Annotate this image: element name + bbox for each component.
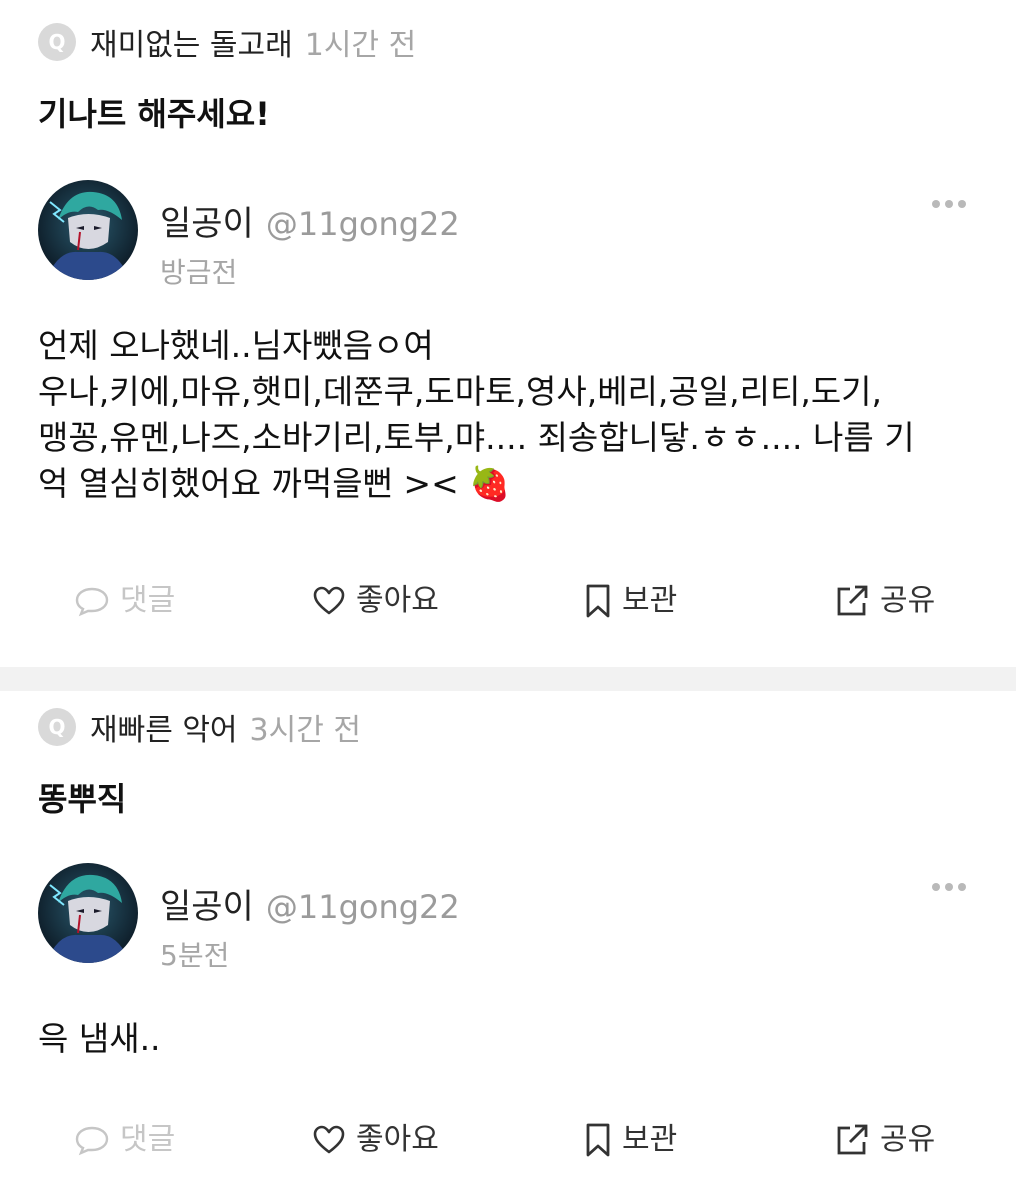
answer-header: 일공이 @11gong22 5분전 [38,863,976,974]
share-button[interactable]: 공유 [834,1120,935,1160]
answer-card: Q 재미없는 돌고래 1시간 전 기나트 해주세요! 일공이 @11gong22… [0,20,1016,667]
avatar[interactable] [38,180,138,280]
more-dots-icon[interactable] [932,200,966,208]
comment-bubble-icon [75,1126,109,1156]
answer-meta: 일공이 @11gong22 방금전 [160,180,460,291]
question-time: 3시간 전 [249,713,361,748]
share-external-icon [837,585,868,616]
answer-text: 언제 오나했네..님자뺐음ㅇ여 우나,키에,마유,햇미,데쭌쿠,도마토,영사,베… [38,326,915,503]
q-badge-icon: Q [38,23,76,61]
question-time: 1시간 전 [304,28,417,63]
comment-label: 댓글 [120,583,176,618]
question-asker[interactable]: 재빠른 악어 [90,705,238,749]
save-button[interactable]: 보관 [584,1120,677,1160]
answer-time: 방금전 [160,256,238,289]
answer-card: Q 재빠른 악어 3시간 전 똥뿌직 일공이 @11gong22 5분전 윽 냄… [0,705,1016,1199]
action-bar: 댓글 좋아요 보관 공유 [0,576,1016,626]
answer-meta: 일공이 @11gong22 5분전 [160,863,460,974]
bookmark-icon [586,584,610,618]
heart-icon [313,1125,345,1154]
like-button[interactable]: 좋아요 [312,581,439,621]
comment-bubble-icon [75,587,109,617]
like-label: 좋아요 [356,1122,439,1157]
author-name[interactable]: 일공이 [160,879,254,928]
save-label: 보관 [622,1122,678,1157]
save-label: 보관 [622,583,678,618]
like-label: 좋아요 [356,583,439,618]
author-name[interactable]: 일공이 [160,196,254,245]
bookmark-icon [586,1123,610,1157]
share-label: 공유 [880,583,936,618]
section-divider [0,667,1016,691]
author-handle[interactable]: @11gong22 [266,888,460,926]
save-button[interactable]: 보관 [584,581,677,621]
comment-label: 댓글 [120,1122,176,1157]
share-label: 공유 [880,1122,936,1157]
action-bar: 댓글 좋아요 보관 공유 [0,1115,1016,1165]
question-meta: Q 재빠른 악어 3시간 전 [38,705,976,749]
answer-text: 윽 냄새.. [38,1019,161,1058]
avatar[interactable] [38,863,138,963]
comment-button[interactable]: 댓글 [74,1120,175,1160]
answer-header: 일공이 @11gong22 방금전 [38,180,976,291]
comment-button[interactable]: 댓글 [74,581,175,621]
question-asker[interactable]: 재미없는 돌고래 [90,20,293,64]
like-button[interactable]: 좋아요 [312,1120,439,1160]
question-meta: Q 재미없는 돌고래 1시간 전 [38,20,976,64]
question-text[interactable]: 기나트 해주세요! [38,94,976,134]
share-button[interactable]: 공유 [834,581,935,621]
q-badge-icon: Q [38,708,76,746]
more-dots-icon[interactable] [932,883,966,891]
answer-time: 5분전 [160,939,230,972]
share-external-icon [837,1124,868,1155]
question-text[interactable]: 똥뿌직 [38,779,976,819]
author-handle[interactable]: @11gong22 [266,205,460,243]
heart-icon [313,586,345,615]
